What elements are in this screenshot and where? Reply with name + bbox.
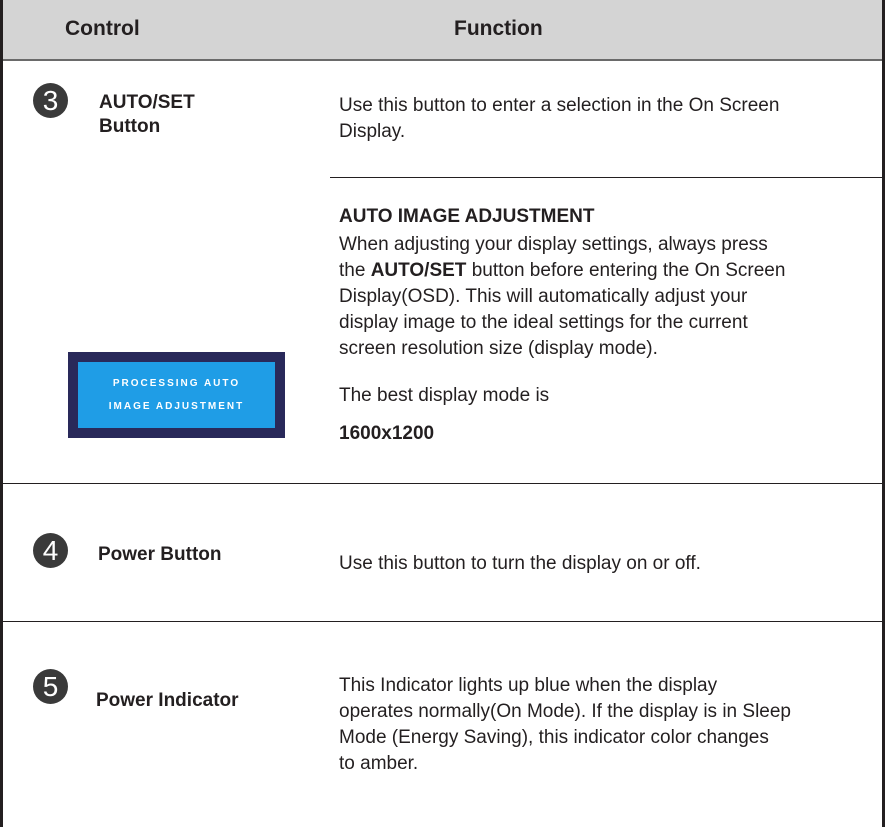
divider-auto-set <box>330 177 882 178</box>
header-control: Control <box>65 17 140 40</box>
control-power-button: Power Button <box>98 544 222 565</box>
best-mode-value: 1600x1200 <box>339 423 435 444</box>
function-power-indicator-line4: to amber. <box>339 753 419 774</box>
function-auto-set-line1: Use this button to enter a selection in … <box>339 95 780 116</box>
row-divider-2 <box>3 621 882 622</box>
auto-adjust-title: AUTO IMAGE ADJUSTMENT <box>339 206 595 227</box>
auto-adjust-line2: the AUTO/SET button before entering the … <box>339 258 785 284</box>
function-power-indicator-line3: Mode (Energy Saving), this indicator col… <box>339 727 769 748</box>
function-power-indicator-line1: This Indicator lights up blue when the d… <box>339 675 718 696</box>
number-5-icon: 5 <box>33 669 68 704</box>
header-function: Function <box>454 17 543 40</box>
function-auto-set-line2: Display. <box>339 121 406 142</box>
auto-adjust-line2-post: button before entering the On Screen <box>466 260 786 281</box>
best-mode-label: The best display mode is <box>339 385 550 406</box>
osd-line1: PROCESSING AUTO <box>112 378 241 389</box>
osd-processing-screen: PROCESSING AUTO IMAGE ADJUSTMENT <box>78 362 275 428</box>
osd-line2: IMAGE ADJUSTMENT <box>108 401 245 412</box>
osd-processing-image: PROCESSING AUTO IMAGE ADJUSTMENT <box>68 352 285 438</box>
control-power-indicator: Power Indicator <box>96 690 239 711</box>
function-auto-set: Use this button to enter a selection in … <box>339 93 779 145</box>
number-4-icon: 4 <box>33 533 68 568</box>
row-divider-1 <box>3 483 882 484</box>
auto-adjust-line1: When adjusting your display settings, al… <box>339 234 768 255</box>
auto-adjust-line5: screen resolution size (display mode). <box>339 338 658 359</box>
function-power-indicator: This Indicator lights up blue when the d… <box>339 673 791 777</box>
function-power-button: Use this button to turn the display on o… <box>339 553 701 574</box>
control-auto-set: AUTO/SET Button <box>99 91 195 139</box>
number-3-icon: 3 <box>33 83 68 118</box>
auto-adjust-line3: Display(OSD). This will automatically ad… <box>339 286 748 307</box>
control-auto-set-line2: Button <box>99 116 161 137</box>
control-auto-set-line1: AUTO/SET <box>99 92 195 113</box>
table-header: Control Function <box>3 0 882 61</box>
auto-adjust-line4: display image to the ideal settings for … <box>339 312 748 333</box>
function-power-indicator-line2: operates normally(On Mode). If the displ… <box>339 701 791 722</box>
auto-adjust-line2-bold: AUTO/SET <box>370 260 467 281</box>
table-left-border <box>0 0 3 827</box>
auto-adjust-description: When adjusting your display settings, al… <box>339 232 785 362</box>
auto-adjust-line2-pre: the <box>339 260 371 281</box>
